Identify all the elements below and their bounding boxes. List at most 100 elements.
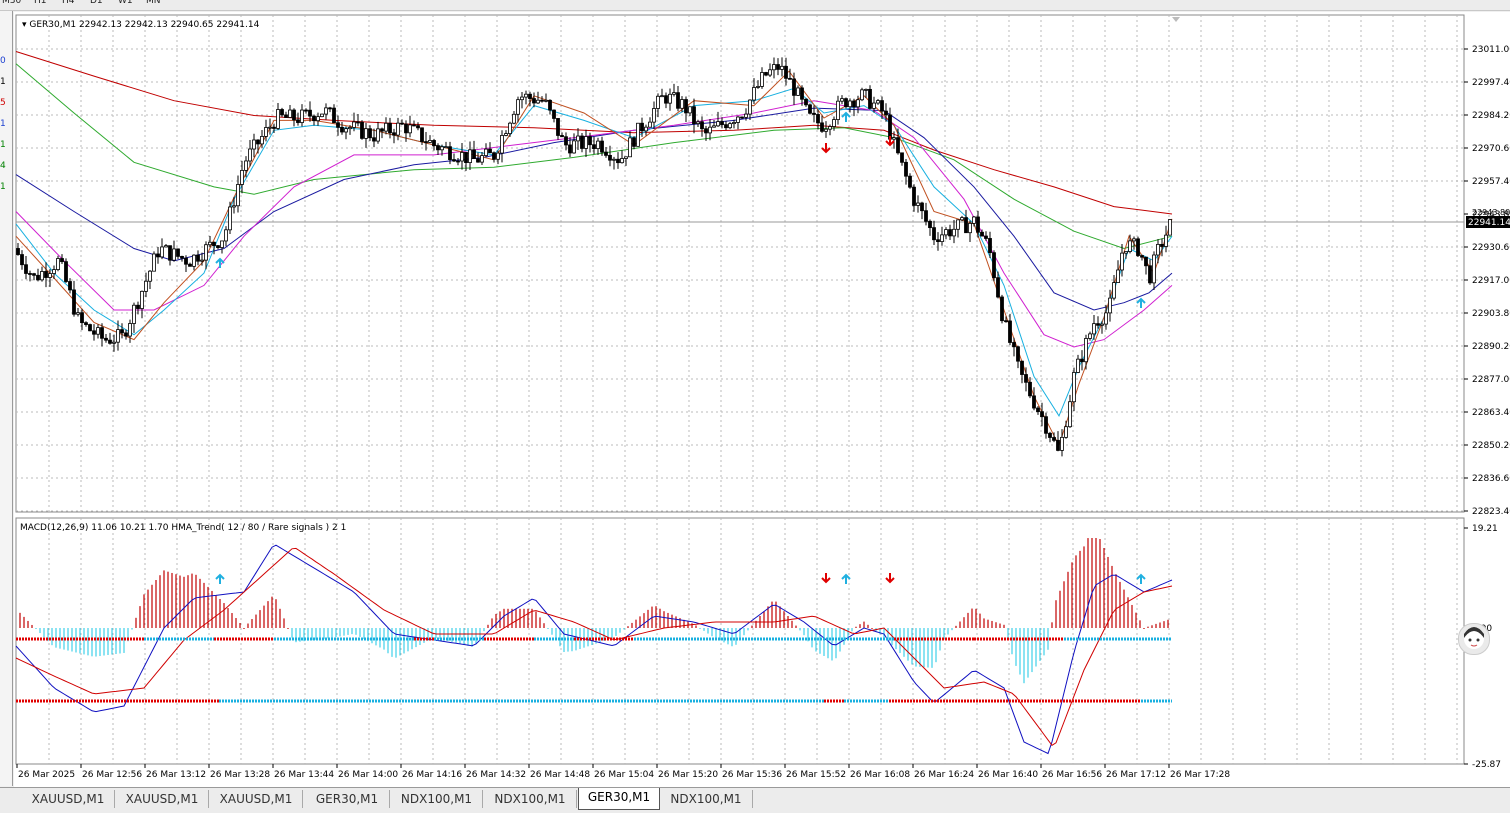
- macd-histogram-bar: [267, 601, 269, 628]
- macd-histogram-bar: [151, 584, 153, 628]
- candle-body: [1080, 358, 1084, 363]
- macd-histogram-bar: [911, 628, 913, 665]
- candle-body: [480, 155, 484, 163]
- macd-histogram-bar: [663, 611, 665, 628]
- candle-body: [452, 159, 456, 162]
- macd-histogram-bar: [671, 614, 673, 628]
- left-strip-value: 1: [0, 77, 6, 87]
- candle-body: [1012, 342, 1016, 348]
- candle-body: [532, 98, 536, 104]
- moving-average-lines: [15, 51, 1173, 447]
- candle-body: [380, 128, 384, 132]
- macd-histogram-bar: [35, 628, 37, 630]
- candle-body: [208, 241, 212, 246]
- macd-histogram-bar: [95, 628, 97, 657]
- macd-histogram-bar: [851, 628, 853, 632]
- macd-histogram-bar: [243, 628, 245, 629]
- chart-tab[interactable]: NDX100,M1: [660, 790, 753, 808]
- candle-body: [612, 158, 616, 161]
- chart-tab[interactable]: GER30,M1: [305, 790, 390, 808]
- timeframe-mn[interactable]: MN: [146, 0, 161, 6]
- candle-body: [948, 229, 952, 237]
- candle-body: [884, 110, 888, 116]
- candle-body: [1028, 381, 1032, 397]
- timeframe-m30[interactable]: M30: [2, 0, 21, 6]
- candle-body: [848, 100, 852, 108]
- macd-histogram-bar: [23, 616, 25, 628]
- macd-histogram-bar: [819, 628, 821, 654]
- candle-body: [104, 337, 108, 341]
- candle-body: [316, 116, 320, 122]
- macd-histogram-bar: [547, 628, 549, 629]
- chart-tab[interactable]: XAUUSD,M1: [210, 790, 303, 808]
- candle-body: [928, 220, 932, 229]
- candle-body: [1052, 437, 1056, 441]
- candle-body: [1120, 252, 1124, 271]
- price-axis-label: 22823.40: [1472, 507, 1510, 517]
- chart-grid: [15, 14, 1465, 765]
- timeframe-h1[interactable]: H1: [34, 0, 47, 6]
- timeframe-d1[interactable]: D1: [90, 0, 103, 6]
- macd-histogram-bar: [467, 628, 469, 646]
- candle-body: [176, 248, 180, 257]
- candle-body: [64, 261, 68, 282]
- candle-body: [252, 139, 256, 150]
- candle-body: [628, 137, 632, 158]
- candle-body: [16, 248, 20, 255]
- candle-body: [992, 252, 996, 279]
- macd-histogram-bar: [227, 608, 229, 628]
- macd-histogram-bar: [327, 628, 329, 639]
- candle-body: [80, 312, 84, 324]
- timeframe-w1[interactable]: W1: [118, 0, 133, 6]
- chart-tab[interactable]: XAUUSD,M1: [22, 790, 115, 808]
- macd-histogram-bar: [751, 625, 753, 628]
- candle-body: [664, 95, 668, 104]
- macd-histogram-bar: [935, 628, 937, 663]
- macd-line: [15, 544, 1173, 755]
- macd-histogram-bar: [1071, 562, 1073, 628]
- chart-symbol-header: ▾ GER30,M1 22942.13 22942.13 22940.65 22…: [22, 20, 260, 30]
- candle-body: [284, 114, 288, 118]
- candle-body: [856, 99, 860, 108]
- candle-body: [180, 255, 184, 259]
- macd-histogram-bar: [419, 628, 421, 645]
- user-avatar[interactable]: [1458, 623, 1490, 655]
- candle-body: [1124, 251, 1128, 254]
- timeframe-h4[interactable]: H4: [62, 0, 75, 6]
- candle-body: [772, 64, 776, 71]
- macd-axis-label: -25.87: [1472, 760, 1501, 770]
- candle-body: [1152, 254, 1156, 284]
- candle-body: [20, 254, 24, 266]
- macd-histogram-bar: [103, 628, 105, 656]
- macd-histogram-bar: [715, 628, 717, 639]
- price-axis-label: 22850.20: [1472, 441, 1510, 451]
- chart-tab[interactable]: GER30,M1: [578, 788, 660, 810]
- candle-body: [644, 126, 648, 132]
- macd-histogram-bar: [699, 628, 701, 629]
- chart-tab[interactable]: XAUUSD,M1: [116, 790, 209, 808]
- candle-body: [820, 122, 824, 132]
- price-chart[interactable]: 23011.00 22997.40 22984.20 22970.60 22957.40…: [14, 12, 1510, 787]
- time-axis-label: 26 Mar 16:40: [978, 770, 1038, 780]
- macd-histogram-bar: [871, 628, 873, 629]
- candle-body: [1064, 426, 1068, 438]
- macd-histogram-bar: [1039, 628, 1041, 661]
- chart-tabs-bar: XAUUSD,M1 XAUUSD,M1 XAUUSD,M1 GER30,M1 NDX10…: [0, 787, 1510, 813]
- candle-body: [564, 136, 568, 146]
- candle-body: [192, 254, 196, 267]
- macd-histogram-bar: [1139, 620, 1141, 628]
- macd-histogram-bar: [803, 628, 805, 636]
- left-strip-value: [0, 31, 10, 49]
- candle-body: [160, 246, 164, 258]
- candle-body: [404, 123, 408, 134]
- macd-histogram-bar: [903, 628, 905, 657]
- candle-body: [1108, 297, 1112, 314]
- chart-tab[interactable]: NDX100,M1: [484, 790, 577, 808]
- chart-window[interactable]: 23011.00 22997.40 22984.20 22970.60 22957.40…: [14, 12, 1510, 787]
- macd-histogram-bar: [1075, 555, 1077, 628]
- candle-body: [428, 140, 432, 143]
- candle-body: [28, 273, 32, 275]
- chart-tab[interactable]: NDX100,M1: [391, 790, 483, 808]
- candle-body: [984, 235, 988, 239]
- avatar-face-icon: [1464, 627, 1484, 649]
